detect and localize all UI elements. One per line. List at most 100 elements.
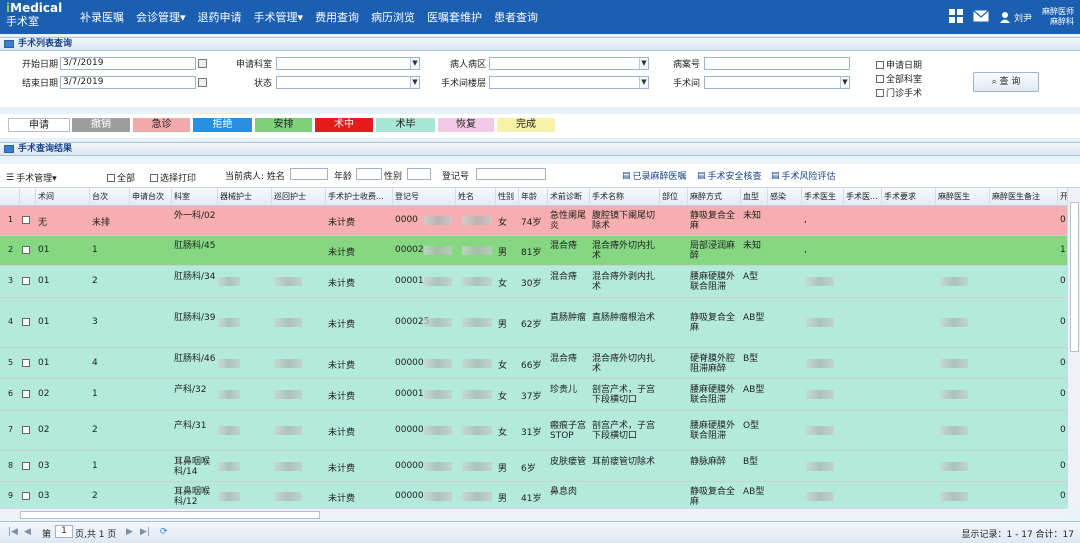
calendar-icon[interactable] [198, 59, 207, 68]
start-date-input[interactable]: 3/7/2019 [60, 57, 207, 70]
column-header[interactable]: 巡回护士 [272, 188, 326, 206]
column-header[interactable]: 麻醉医生 [936, 188, 990, 206]
row-checkbox[interactable] [22, 359, 30, 367]
reg-no-field[interactable] [476, 168, 546, 180]
column-header[interactable]: 麻醉方式 [688, 188, 741, 206]
user-menu[interactable]: 刘尹 [999, 11, 1032, 24]
table-row[interactable]: 2 01 1 肛肠科/45 未计费 00002 男 81岁 混合痔 混合痔外切内扎术 局部浸润麻醉未… [0, 236, 1067, 266]
nav-item[interactable]: 退药申请 [198, 9, 242, 25]
apply-date-checkbox[interactable]: 申请日期 [876, 58, 922, 71]
nav-item[interactable]: 会诊管理▾ [136, 9, 186, 25]
table-row[interactable]: 8 03 1 耳鼻咽喉科/14 未计费 00000 男 6岁 皮肤瘘管 耳前瘘管切除术 静脉麻醉 B型… [0, 451, 1067, 482]
horizontal-scrollbar[interactable] [0, 508, 1067, 520]
column-header[interactable]: 器械护士 [218, 188, 272, 206]
chevron-down-icon[interactable]: ▼ [410, 77, 419, 88]
refresh-icon[interactable]: ⟳ [160, 527, 168, 537]
nav-item[interactable]: 费用查询 [315, 9, 359, 25]
table-row[interactable]: 9 03 2 耳鼻咽喉科/12 未计费 00000 男 41岁 鼻息肉 静吸复合全麻 AB型 0 [0, 482, 1067, 508]
table-row[interactable]: 3 01 2 肛肠科/34 未计费 00001 女 30岁 混合痔 混合痔外剥内扎术 腰麻硬膜外联合… [0, 266, 1067, 298]
chevron-down-icon[interactable]: ▼ [410, 58, 419, 69]
table-row[interactable]: 6 02 1 产科/32 未计费 00001 女 37岁 珍贵儿 剖宫产术，子宫下段横切口 腰麻硬膜… [0, 379, 1067, 411]
nav-item[interactable]: 病历浏览 [371, 9, 415, 25]
row-checkbox[interactable] [22, 216, 30, 224]
column-header[interactable]: 手术护士收费... [326, 188, 393, 206]
column-header[interactable]: 登记号 [393, 188, 456, 206]
column-header[interactable] [20, 188, 36, 206]
column-header[interactable]: 手术要求 [882, 188, 936, 206]
column-header[interactable]: 姓名 [456, 188, 496, 206]
last-page-icon[interactable]: ▶| [140, 527, 150, 537]
chevron-down-icon[interactable]: ▼ [639, 58, 648, 69]
cell-seq: 2 [92, 491, 98, 501]
column-header[interactable]: 部位 [660, 188, 688, 206]
search-form: 开始日期 3/7/2019 结束日期 3/7/2019 申请科室 ▼ 状态 ▼ … [0, 51, 1080, 107]
record-no-input[interactable] [704, 57, 850, 70]
column-header[interactable]: 年龄 [519, 188, 548, 206]
page-number-input[interactable]: 1 [55, 525, 73, 538]
cell-age: 31岁 [521, 428, 542, 438]
row-checkbox[interactable] [22, 492, 30, 500]
cell-diagnosis: 皮肤瘘管 [550, 457, 587, 467]
table-row[interactable]: 5 01 4 肛肠科/46 未计费 00000 女 66岁 混合痔 混合痔外切内扎术 硬脊膜外腔阻滞… [0, 348, 1067, 379]
nav-item[interactable]: 患者查询 [494, 9, 538, 25]
row-checkbox[interactable] [22, 426, 30, 434]
select-print-checkbox[interactable]: 选择打印 [150, 171, 196, 184]
dept-select[interactable]: ▼ [276, 57, 420, 70]
table-row[interactable]: 7 02 2 产科/31 未计费 00000 女 31岁 瘢痕子宫 STOP 剖宫产术，子宫下段横… [0, 411, 1067, 451]
gender-field[interactable] [407, 168, 431, 180]
query-button[interactable]: ⌕ 查 询 [973, 72, 1039, 92]
row-checkbox[interactable] [22, 277, 30, 285]
select-all-checkbox[interactable]: 全部 [107, 171, 135, 184]
column-header[interactable]: 术前诊断 [548, 188, 590, 206]
first-page-icon[interactable]: |◀ [8, 527, 18, 537]
mail-icon[interactable] [973, 9, 989, 25]
table-row[interactable]: 1 无未排 外一科/02 未计费 0000 女 74岁 急性阑尾炎 腹腔镜下阑尾切除术 静吸复合全… [0, 206, 1067, 236]
row-checkbox[interactable] [22, 246, 30, 254]
grid-apps-icon[interactable] [948, 8, 963, 26]
outpatient-checkbox[interactable]: 门诊手术 [876, 86, 922, 99]
column-header[interactable]: 台次 [90, 188, 130, 206]
patient-name-field[interactable] [290, 168, 328, 180]
room-select[interactable]: ▼ [704, 76, 850, 89]
prev-page-icon[interactable]: ◀ [24, 527, 31, 537]
all-dept-checkbox[interactable]: 全部科室 [876, 72, 922, 85]
row-checkbox[interactable] [22, 318, 30, 326]
column-header[interactable]: 科室 [172, 188, 218, 206]
chevron-down-icon[interactable]: ▼ [639, 77, 648, 88]
cell-anesthesia: 局部浸润麻醉 [690, 241, 736, 261]
cell-dept: 外一科/02 [174, 211, 216, 221]
column-header[interactable]: 术间 [36, 188, 90, 206]
ward-select[interactable]: ▼ [489, 57, 649, 70]
next-page-icon[interactable]: ▶ [126, 527, 133, 537]
column-header[interactable]: 性别 [496, 188, 519, 206]
row-checkbox[interactable] [22, 462, 30, 470]
column-header[interactable]: 手术名称 [590, 188, 660, 206]
end-date-input[interactable]: 3/7/2019 [60, 76, 207, 89]
cell-gender: 男 [498, 494, 508, 504]
nav-item[interactable]: 补录医嘱 [80, 9, 124, 25]
nav-item[interactable]: 手术管理▾ [254, 9, 304, 25]
room-floor-select[interactable]: ▼ [489, 76, 649, 89]
column-header[interactable]: 手术医... [844, 188, 882, 206]
column-header[interactable]: 开始 [1058, 188, 1067, 206]
risk-assessment-link[interactable]: ▤ 手术风险评估 [771, 169, 836, 183]
column-header[interactable]: 申请台次 [130, 188, 172, 206]
column-header[interactable]: 麻醉医生备注 [990, 188, 1058, 206]
state-select[interactable]: ▼ [276, 76, 420, 89]
age-field[interactable] [356, 168, 382, 180]
calendar-icon[interactable] [198, 78, 207, 87]
nav-item[interactable]: 医嘱套维护 [427, 9, 482, 25]
surgery-menu-button[interactable]: ☰ 手术管理▾ [6, 171, 57, 185]
column-header[interactable] [2, 188, 20, 206]
column-header[interactable]: 感染 [768, 188, 802, 206]
safety-check-link[interactable]: ▤ 手术安全核查 [697, 169, 762, 183]
row-number: 1 [8, 215, 14, 224]
row-checkbox[interactable] [22, 390, 30, 398]
anesthesia-order-link[interactable]: ▤ 已录麻醉医嘱 [622, 169, 687, 183]
vertical-scrollbar[interactable] [1067, 188, 1080, 508]
chevron-down-icon[interactable]: ▼ [840, 77, 849, 88]
cell-operation: 混合痔外剥内扎术 [592, 272, 656, 292]
column-header[interactable]: 手术医生 [802, 188, 844, 206]
column-header[interactable]: 血型 [741, 188, 768, 206]
table-row[interactable]: 4 01 3 肛肠科/39 未计费 000025 男 62岁 直肠肿瘤 直肠肿瘤根治术 静吸复合全麻… [0, 298, 1067, 348]
